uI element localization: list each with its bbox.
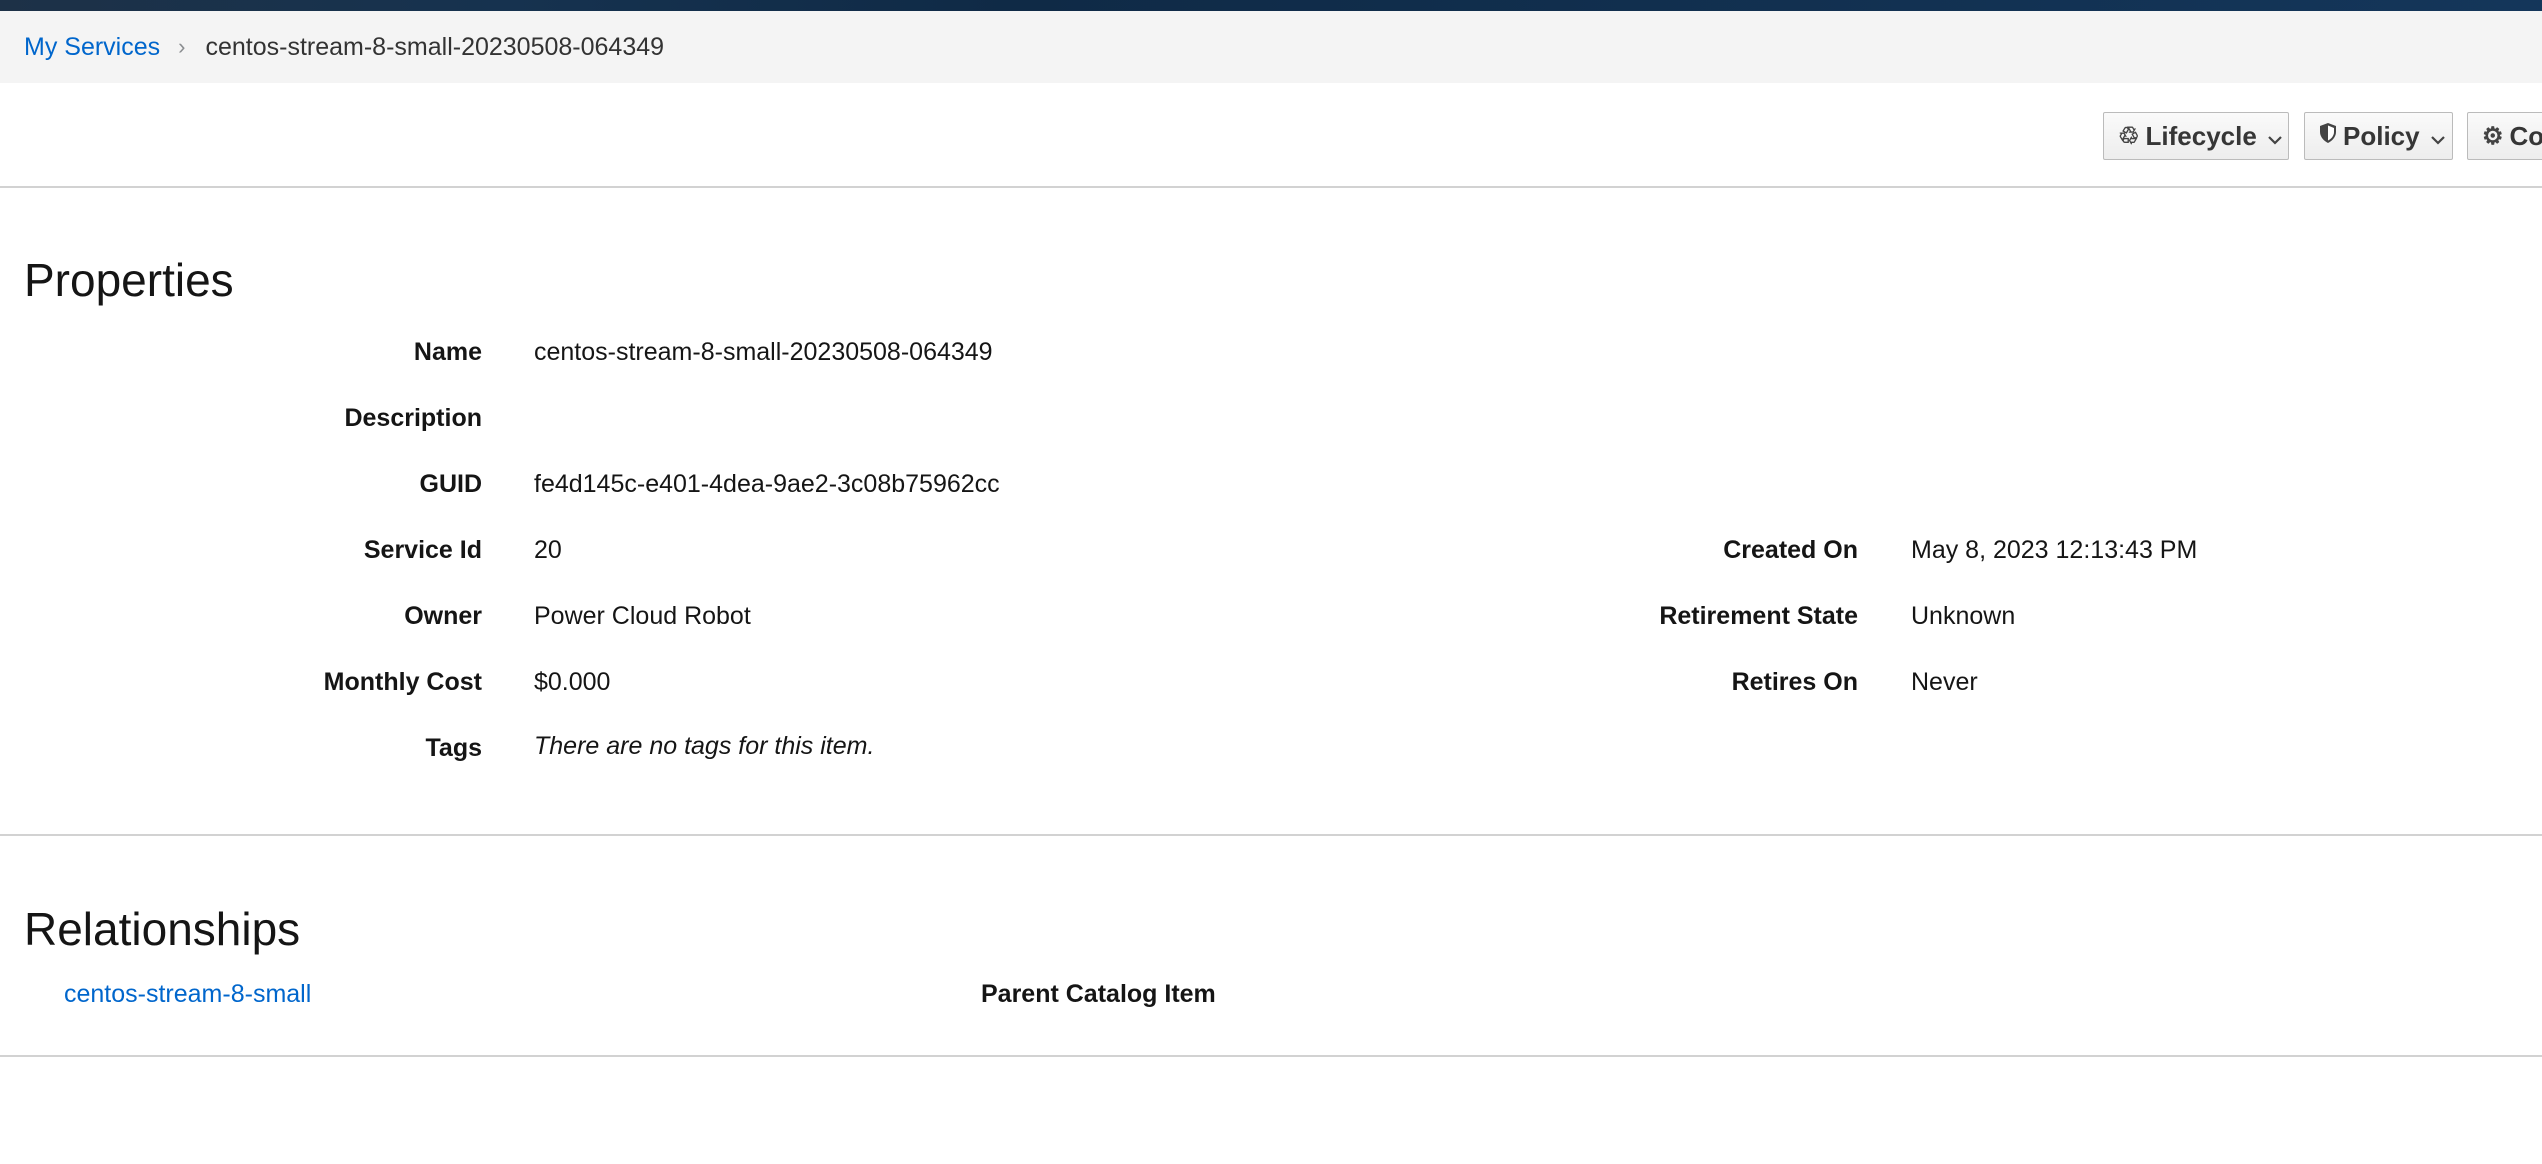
properties-heading: Properties [24,254,234,306]
recycle-icon: ♲ [2118,122,2140,150]
retirement-state-value: Unknown [1911,602,2016,630]
breadcrumb-my-services-link[interactable]: My Services [24,33,160,62]
owner-value: Power Cloud Robot [534,602,751,630]
description-label: Description [344,404,482,432]
chevron-right-icon: › [178,34,186,59]
relationships-heading: Relationships [24,903,301,955]
lifecycle-button-label: Lifecycle [2145,120,2257,151]
policy-button-label: Policy [2343,120,2420,151]
configuration-button-label: Con [2509,120,2542,151]
created-on-value: May 8, 2023 12:13:43 PM [1911,536,2198,564]
guid-label: GUID [419,470,483,498]
guid-value: fe4d145c-e401-4dea-9ae2-3c08b75962cc [534,470,1000,498]
retirement-state-label: Retirement State [1659,602,1858,630]
toolbar: ♲ Lifecycle Policy ⚙ Con [0,83,2542,188]
chevron-down-icon [2267,121,2283,152]
service-id-value: 20 [534,536,562,564]
breadcrumb-bar: My Services › centos-stream-8-small-2023… [0,11,2542,83]
shield-icon [2319,122,2337,151]
breadcrumb-current: centos-stream-8-small-20230508-064349 [205,32,665,61]
retires-on-label: Retires On [1731,668,1858,696]
chevron-down-icon [2430,121,2446,152]
section-divider [0,834,2542,836]
configuration-button[interactable]: ⚙ Con [2467,112,2542,160]
parent-catalog-item-link[interactable]: centos-stream-8-small [64,980,311,1009]
gear-icon: ⚙ [2482,122,2504,150]
tags-value: There are no tags for this item. [534,732,875,760]
parent-catalog-item-label: Parent Catalog Item [981,980,1216,1008]
service-id-label: Service Id [363,536,482,564]
monthly-cost-value: $0.000 [534,668,611,696]
section-divider [0,1055,2542,1057]
breadcrumb: My Services › centos-stream-8-small-2023… [24,11,664,83]
name-label: Name [413,338,482,366]
retires-on-value: Never [1911,668,1978,696]
policy-button[interactable]: Policy [2304,112,2453,160]
top-header-strip [0,0,2542,11]
monthly-cost-label: Monthly Cost [323,668,482,696]
name-value: centos-stream-8-small-20230508-064349 [534,338,993,366]
owner-label: Owner [404,602,482,630]
created-on-label: Created On [1723,536,1858,564]
lifecycle-button[interactable]: ♲ Lifecycle [2103,112,2289,160]
tags-label: Tags [425,734,483,762]
